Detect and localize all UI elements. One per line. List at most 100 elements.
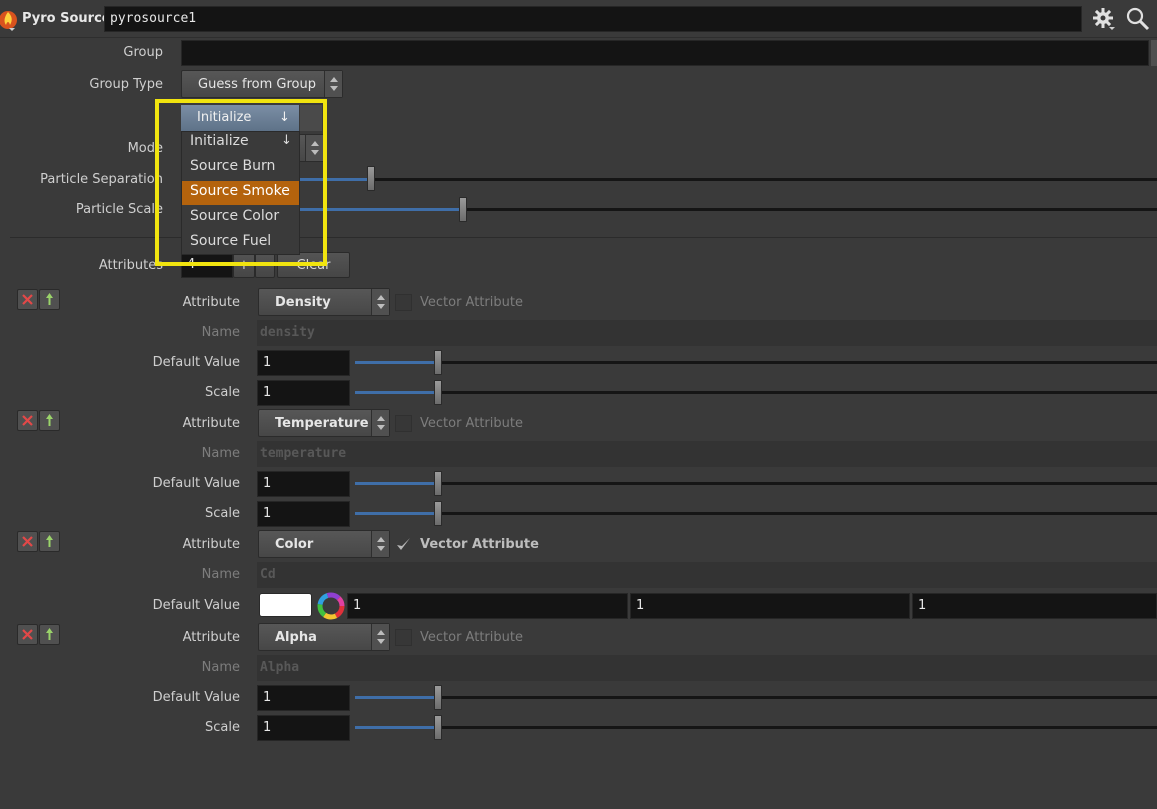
close-icon [22, 415, 33, 426]
menu-arrows-icon [371, 624, 389, 650]
insert-instance-button[interactable] [39, 289, 60, 310]
attribute-label: Attribute [182, 537, 240, 552]
name-label: Name [201, 660, 240, 675]
default-value-track[interactable] [355, 361, 1157, 364]
color-r-field[interactable]: 1 [347, 593, 628, 619]
insert-instance-button[interactable] [39, 624, 60, 645]
group-field[interactable] [181, 40, 1149, 66]
scale-track[interactable] [355, 391, 1157, 394]
group-field-end [1151, 40, 1157, 66]
attribute-menu[interactable]: Temperature [258, 409, 390, 437]
attribute-menu-value: Color [275, 537, 314, 552]
vector-attribute-checkbox[interactable] [395, 536, 412, 553]
remove-instance-button[interactable] [17, 531, 38, 552]
default-value-handle[interactable] [434, 685, 442, 710]
default-value-fill [355, 361, 438, 364]
remove-instance-button[interactable] [17, 289, 38, 310]
menu-arrows-icon [324, 71, 342, 97]
attribute-menu[interactable]: Color [258, 530, 390, 558]
scale-track[interactable] [355, 726, 1157, 729]
scale-label: Scale [205, 385, 240, 400]
scale-track[interactable] [355, 512, 1157, 515]
group-label: Group [123, 45, 163, 60]
default-value-fill [355, 482, 438, 485]
scale-field[interactable]: 1 [257, 715, 350, 741]
name-field[interactable]: density [257, 320, 1157, 346]
color-swatch[interactable] [259, 593, 312, 617]
vector-attribute-label: Vector Attribute [420, 416, 523, 431]
insert-instance-button[interactable] [39, 410, 60, 431]
particle-separation-label: Particle Separation [40, 172, 163, 187]
remove-instance-button[interactable] [17, 624, 38, 645]
node-name-field[interactable]: pyrosource1 [104, 6, 1082, 32]
default-value-handle[interactable] [434, 471, 442, 496]
particle-scale-handle[interactable] [459, 197, 467, 222]
default-value-label: Default Value [152, 598, 240, 613]
mode-label: Mode [127, 141, 163, 156]
name-field[interactable]: temperature [257, 441, 1157, 467]
attribute-label: Attribute [182, 295, 240, 310]
scale-fill [355, 391, 438, 394]
default-value-label: Default Value [152, 476, 240, 491]
scale-field[interactable]: 1 [257, 501, 350, 527]
menu-arrows-icon [371, 531, 389, 557]
vector-attribute-label: Vector Attribute [420, 295, 523, 310]
name-label: Name [201, 567, 240, 582]
remove-instance-button[interactable] [17, 410, 38, 431]
color-g-field[interactable]: 1 [630, 593, 910, 619]
group-type-menu[interactable]: Guess from Group [181, 70, 343, 98]
scale-handle[interactable] [434, 501, 442, 526]
particle-separation-handle[interactable] [367, 166, 375, 191]
scale-label: Scale [205, 720, 240, 735]
vector-attribute-label: Vector Attribute [420, 537, 539, 552]
menu-arrows-icon [371, 410, 389, 436]
insert-arrow-icon [46, 414, 53, 426]
group-type-value: Guess from Group [198, 77, 316, 92]
pyro-flame-icon[interactable] [0, 6, 18, 32]
scale-field[interactable]: 1 [257, 380, 350, 406]
insert-arrow-icon [46, 535, 53, 547]
vector-attribute-checkbox[interactable] [395, 629, 412, 646]
name-field[interactable]: Alpha [257, 655, 1157, 681]
attribute-menu-value: Density [275, 295, 331, 310]
attribute-menu-value: Alpha [275, 630, 317, 645]
default-value-field[interactable]: 1 [257, 350, 350, 376]
node-type-label: Pyro Source [22, 11, 111, 26]
gear-icon[interactable] [1092, 7, 1116, 31]
insert-arrow-icon [46, 628, 53, 640]
scale-handle[interactable] [434, 715, 442, 740]
scale-fill [355, 512, 438, 515]
parameter-header: Pyro Source pyrosource1 [0, 0, 1157, 38]
attribute-menu[interactable]: Density [258, 288, 390, 316]
scale-handle[interactable] [434, 380, 442, 405]
vector-attribute-label: Vector Attribute [420, 630, 523, 645]
attributes-label: Attributes [98, 258, 163, 273]
close-icon [22, 629, 33, 640]
name-field[interactable]: Cd [257, 562, 1157, 588]
particle-scale-label: Particle Scale [75, 202, 163, 217]
default-value-label: Default Value [152, 690, 240, 705]
vector-attribute-checkbox[interactable] [395, 294, 412, 311]
default-value-track[interactable] [355, 696, 1157, 699]
color-b-field[interactable]: 1 [912, 593, 1157, 619]
default-value-fill [355, 696, 438, 699]
insert-instance-button[interactable] [39, 531, 60, 552]
name-label: Name [201, 325, 240, 340]
menu-arrows-icon [371, 289, 389, 315]
scale-label: Scale [205, 506, 240, 521]
close-icon [22, 536, 33, 547]
close-icon [22, 294, 33, 305]
default-value-label: Default Value [152, 355, 240, 370]
scale-fill [355, 726, 438, 729]
annotation-highlight-box [155, 99, 327, 266]
default-value-track[interactable] [355, 482, 1157, 485]
attribute-menu[interactable]: Alpha [258, 623, 390, 651]
color-wheel-icon[interactable] [317, 592, 345, 620]
vector-attribute-checkbox[interactable] [395, 415, 412, 432]
default-value-handle[interactable] [434, 350, 442, 375]
insert-arrow-icon [46, 293, 53, 305]
attribute-menu-value: Temperature [275, 416, 369, 431]
search-icon[interactable] [1126, 7, 1150, 31]
default-value-field[interactable]: 1 [257, 685, 350, 711]
default-value-field[interactable]: 1 [257, 471, 350, 497]
